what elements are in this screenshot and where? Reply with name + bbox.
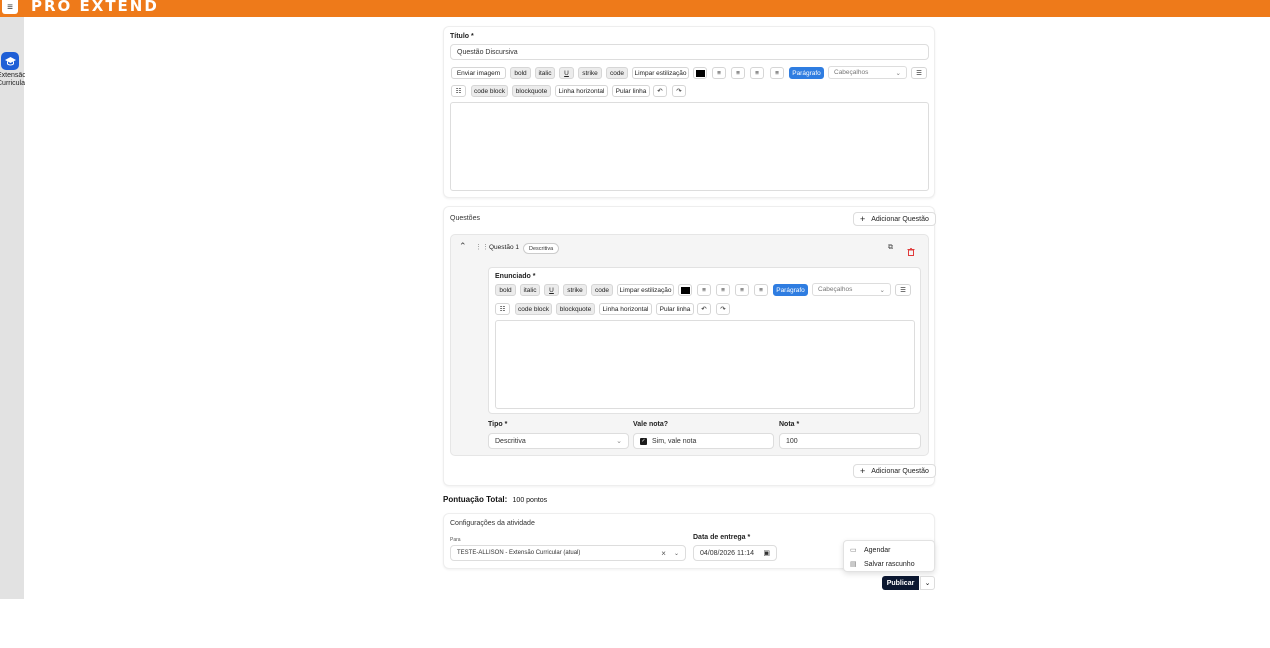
text-color-swatch[interactable]: [678, 284, 692, 296]
chevron-down-icon: ⌄: [895, 69, 901, 77]
sidebar: Extensão Curricular: [0, 17, 25, 599]
strike-button[interactable]: strike: [563, 284, 587, 296]
total-value: 100 pontos: [512, 497, 548, 504]
align-left-button[interactable]: ≡: [697, 284, 711, 296]
grade-label: Nota *: [779, 421, 800, 428]
add-question-button-bottom[interactable]: + Adicionar Questão: [853, 464, 936, 478]
italic-button[interactable]: italic: [535, 67, 555, 79]
chevron-down-icon: ⌄: [879, 286, 885, 294]
statement-editor[interactable]: [495, 320, 915, 409]
total-score: Pontuação Total: 100 pontos: [443, 495, 547, 504]
underline-button[interactable]: U: [544, 284, 559, 296]
question-item: ⌃ ⋮⋮ Questão 1 Descritiva ⧉ Enunciado * …: [450, 234, 929, 456]
headings-select[interactable]: Cabeçalhos ⌄: [828, 66, 907, 79]
clear-icon[interactable]: ×: [661, 549, 666, 558]
delete-icon[interactable]: [907, 243, 915, 261]
duplicate-icon[interactable]: ⧉: [888, 244, 893, 252]
align-left-button[interactable]: ≡: [712, 67, 726, 79]
bold-button[interactable]: bold: [510, 67, 531, 79]
line-break-button[interactable]: Pular linha: [656, 303, 694, 315]
description-editor[interactable]: [450, 102, 929, 191]
redo-icon[interactable]: ↷: [716, 303, 730, 315]
type-label: Tipo *: [488, 421, 508, 428]
app-logo: PRO EXTEND: [31, 0, 159, 15]
worth-label: Vale nota?: [633, 421, 669, 428]
checkbox-checked[interactable]: ✓: [640, 437, 647, 445]
text-color-swatch[interactable]: [693, 67, 707, 79]
add-question-button-top[interactable]: + Adicionar Questão: [853, 212, 936, 226]
title-card: Título * Questão Discursiva Enviar image…: [443, 26, 935, 198]
graduation-cap-icon[interactable]: [1, 52, 19, 70]
collapse-chevron-icon[interactable]: ⌃: [459, 241, 467, 252]
align-justify-button[interactable]: ≡: [754, 284, 768, 296]
questions-label: Questões: [450, 215, 480, 222]
question-title: Questão 1: [489, 244, 519, 251]
settings-title: Configurações da atividade: [450, 520, 535, 527]
for-select[interactable]: TESTE-ALLISON - Extensão Curricular (atu…: [450, 545, 686, 561]
paragraph-button[interactable]: Parágrafo: [789, 67, 824, 79]
align-center-button[interactable]: ≡: [731, 67, 745, 79]
paragraph-button[interactable]: Parágrafo: [773, 284, 808, 296]
sidebar-item-label[interactable]: Extensão Curricular: [0, 72, 25, 88]
horizontal-rule-button[interactable]: Linha horizontal: [599, 303, 652, 315]
top-bar: ≡ PRO EXTEND: [0, 0, 1270, 17]
blockquote-button[interactable]: blockquote: [512, 85, 551, 97]
undo-icon[interactable]: ↶: [653, 85, 667, 97]
ordered-list-button[interactable]: ☷: [451, 85, 466, 97]
worth-checkbox-field[interactable]: ✓ Sim, vale nota: [633, 433, 774, 449]
plus-icon: +: [860, 466, 866, 476]
plus-icon: +: [860, 214, 866, 224]
blockquote-button[interactable]: blockquote: [556, 303, 595, 315]
line-break-button[interactable]: Pular linha: [612, 85, 650, 97]
align-right-button[interactable]: ≡: [750, 67, 764, 79]
horizontal-rule-button[interactable]: Linha horizontal: [555, 85, 608, 97]
publish-button[interactable]: Publicar: [882, 576, 919, 590]
align-right-button[interactable]: ≡: [735, 284, 749, 296]
italic-button[interactable]: italic: [520, 284, 540, 296]
drag-handle-icon[interactable]: ⋮⋮: [475, 243, 489, 251]
code-block-button[interactable]: code block: [471, 85, 508, 97]
title-label: Título *: [450, 33, 474, 40]
chevron-down-icon: ⌄: [616, 438, 622, 445]
save-draft-option[interactable]: ▤ Salvar rascunho: [850, 560, 915, 569]
page-bottom-blank: [24, 599, 1270, 648]
code-block-button[interactable]: code block: [515, 303, 552, 315]
questions-card: Questões + Adicionar Questão ⌃ ⋮⋮ Questã…: [443, 206, 936, 486]
clear-format-button[interactable]: Limpar estilização: [617, 284, 674, 296]
align-center-button[interactable]: ≡: [716, 284, 730, 296]
redo-icon[interactable]: ↷: [672, 85, 686, 97]
hamburger-icon[interactable]: ≡: [2, 0, 18, 14]
for-label: Para: [450, 537, 461, 543]
code-button[interactable]: code: [591, 284, 613, 296]
statement-panel: Enunciado * bold italic U strike code Li…: [488, 267, 921, 414]
bullet-list-button[interactable]: ☰: [911, 67, 927, 79]
headings-select[interactable]: Cabeçalhos ⌄: [812, 283, 891, 296]
align-justify-button[interactable]: ≡: [770, 67, 784, 79]
chevron-down-icon[interactable]: ⌄: [674, 550, 679, 557]
type-select[interactable]: Descritiva ⌄: [488, 433, 629, 449]
calendar-icon: ▭: [850, 547, 857, 554]
underline-button[interactable]: U: [559, 67, 574, 79]
bold-button[interactable]: bold: [495, 284, 516, 296]
chevron-down-icon: ⌄: [924, 580, 931, 587]
title-input[interactable]: Questão Discursiva: [450, 44, 929, 60]
clear-format-button[interactable]: Limpar estilização: [632, 67, 689, 79]
send-image-button[interactable]: Enviar imagem: [451, 67, 506, 79]
save-icon: ▤: [850, 561, 857, 568]
undo-icon[interactable]: ↶: [697, 303, 711, 315]
delivery-label: Data de entrega *: [693, 534, 751, 541]
schedule-option[interactable]: ▭ Agendar: [850, 546, 890, 555]
grade-input[interactable]: 100: [779, 433, 921, 449]
calendar-icon[interactable]: ▣: [763, 549, 770, 557]
question-type-badge: Descritiva: [523, 243, 560, 254]
strike-button[interactable]: strike: [578, 67, 602, 79]
total-label: Pontuação Total:: [443, 495, 508, 504]
publish-options-menu: ▭ Agendar ▤ Salvar rascunho: [843, 540, 935, 572]
publish-options-toggle[interactable]: ⌄: [920, 576, 935, 590]
delivery-date-input[interactable]: 04/08/2026 11:14 ▣: [693, 545, 777, 561]
code-button[interactable]: code: [606, 67, 628, 79]
statement-label: Enunciado *: [495, 273, 536, 280]
bullet-list-button[interactable]: ☰: [895, 284, 911, 296]
ordered-list-button[interactable]: ☷: [495, 303, 510, 315]
